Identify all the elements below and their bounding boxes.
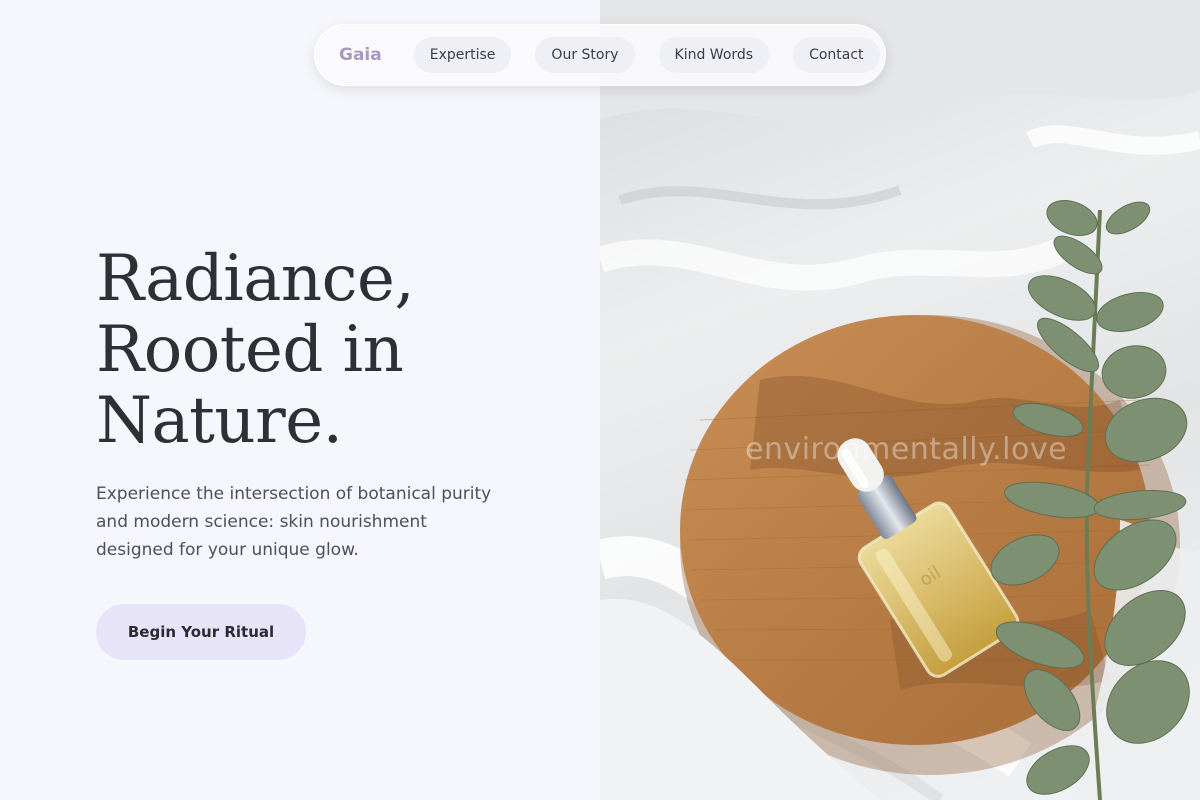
page: oil environmentally.love Gaia Expertise … [0,0,1200,800]
hero-product-photo: oil [600,0,1200,800]
top-navigation: Gaia Expertise Our Story Kind Words Cont… [314,24,886,86]
product-photo-illustration: oil [600,0,1200,800]
begin-ritual-button[interactable]: Begin Your Ritual [96,604,306,660]
image-watermark: environmentally.love [745,432,1068,467]
brand-logo[interactable]: Gaia [339,45,382,65]
nav-link-expertise[interactable]: Expertise [413,37,512,73]
nav-link-our-story[interactable]: Our Story [535,37,635,73]
nav-link-contact[interactable]: Contact [793,37,880,73]
headline-line-2: Rooted in [96,313,404,387]
hero-headline: Radiance, Rooted in Nature. [96,244,576,457]
nav-link-kind-words[interactable]: Kind Words [658,37,770,73]
headline-line-1: Radiance, [96,242,415,316]
headline-line-3: Nature. [96,384,343,458]
hero-description: Experience the intersection of botanical… [96,484,492,560]
